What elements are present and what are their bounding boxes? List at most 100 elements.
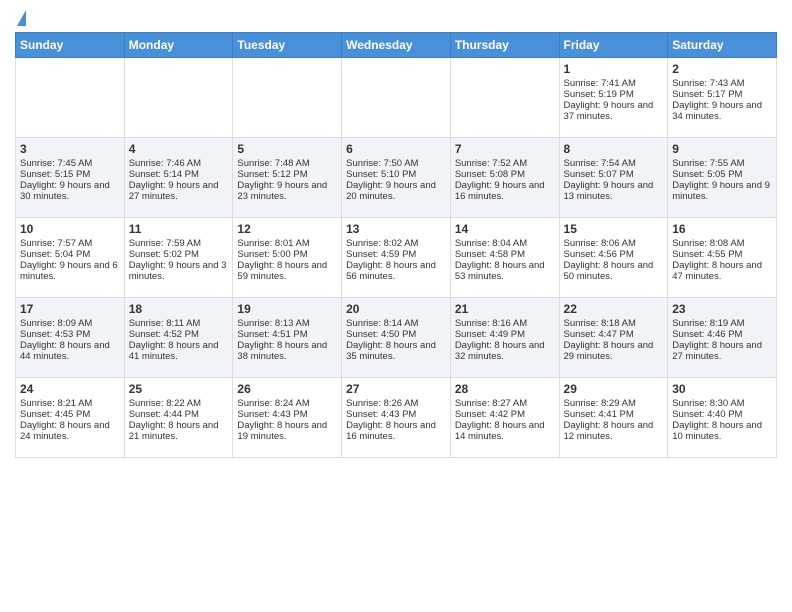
sunrise-text: Sunrise: 8:06 AM (564, 238, 664, 249)
sunrise-text: Sunrise: 8:04 AM (455, 238, 555, 249)
day-number: 12 (237, 222, 337, 236)
logo (15, 10, 26, 24)
sunrise-text: Sunrise: 8:29 AM (564, 398, 664, 409)
daylight-text: Daylight: 9 hours and 16 minutes. (455, 180, 555, 202)
calendar-cell: 9Sunrise: 7:55 AMSunset: 5:05 PMDaylight… (668, 138, 777, 218)
weekday-header: Sunday (16, 33, 125, 58)
calendar-cell (16, 58, 125, 138)
day-number: 30 (672, 382, 772, 396)
sunrise-text: Sunrise: 7:52 AM (455, 158, 555, 169)
calendar-week-row: 17Sunrise: 8:09 AMSunset: 4:53 PMDayligh… (16, 298, 777, 378)
daylight-text: Daylight: 8 hours and 38 minutes. (237, 340, 337, 362)
sunset-text: Sunset: 4:53 PM (20, 329, 120, 340)
weekday-header: Thursday (450, 33, 559, 58)
sunset-text: Sunset: 5:08 PM (455, 169, 555, 180)
header (15, 10, 777, 24)
sunrise-text: Sunrise: 7:50 AM (346, 158, 446, 169)
calendar: SundayMondayTuesdayWednesdayThursdayFrid… (15, 32, 777, 458)
calendar-cell: 20Sunrise: 8:14 AMSunset: 4:50 PMDayligh… (342, 298, 451, 378)
sunset-text: Sunset: 5:15 PM (20, 169, 120, 180)
calendar-cell: 22Sunrise: 8:18 AMSunset: 4:47 PMDayligh… (559, 298, 668, 378)
sunset-text: Sunset: 4:58 PM (455, 249, 555, 260)
sunrise-text: Sunrise: 8:18 AM (564, 318, 664, 329)
daylight-text: Daylight: 8 hours and 27 minutes. (672, 340, 772, 362)
calendar-cell (233, 58, 342, 138)
sunrise-text: Sunrise: 8:11 AM (129, 318, 229, 329)
calendar-cell: 1 Sunrise: 7:41 AMSunset: 5:19 PMDaylight… (559, 58, 668, 138)
day-number: 29 (564, 382, 664, 396)
sunrise-text: Sunrise: 7:57 AM (20, 238, 120, 249)
sunrise-text: Sunrise: 8:21 AM (20, 398, 120, 409)
day-number: 10 (20, 222, 120, 236)
sunrise-text: Sunrise: 8:22 AM (129, 398, 229, 409)
daylight-text: Daylight: 8 hours and 14 minutes. (455, 420, 555, 442)
daylight-text: Daylight: 8 hours and 32 minutes. (455, 340, 555, 362)
page-container: SundayMondayTuesdayWednesdayThursdayFrid… (0, 0, 792, 468)
weekday-header: Friday (559, 33, 668, 58)
calendar-cell: 15Sunrise: 8:06 AMSunset: 4:56 PMDayligh… (559, 218, 668, 298)
sunset-text: Sunset: 4:55 PM (672, 249, 772, 260)
sunset-text: Sunset: 4:45 PM (20, 409, 120, 420)
sunset-text: Sunset: 4:50 PM (346, 329, 446, 340)
sunset-text: Sunset: 5:00 PM (237, 249, 337, 260)
sunset-text: Sunset: 5:19 PM (564, 89, 664, 100)
sunset-text: Sunset: 4:40 PM (672, 409, 772, 420)
sunset-text: Sunset: 5:05 PM (672, 169, 772, 180)
sunset-text: Sunset: 5:10 PM (346, 169, 446, 180)
day-number: 8 (564, 142, 664, 156)
sunrise-text: Sunrise: 7:55 AM (672, 158, 772, 169)
day-number: 16 (672, 222, 772, 236)
sunset-text: Sunset: 5:02 PM (129, 249, 229, 260)
daylight-text: Daylight: 8 hours and 29 minutes. (564, 340, 664, 362)
sunrise-text: Sunrise: 7:48 AM (237, 158, 337, 169)
day-number: 4 (129, 142, 229, 156)
sunrise-text: Sunrise: 7:46 AM (129, 158, 229, 169)
sunset-text: Sunset: 5:04 PM (20, 249, 120, 260)
day-number: 2 (672, 62, 772, 76)
sunset-text: Sunset: 5:07 PM (564, 169, 664, 180)
calendar-cell: 5Sunrise: 7:48 AMSunset: 5:12 PMDaylight… (233, 138, 342, 218)
day-number: 23 (672, 302, 772, 316)
sunset-text: Sunset: 4:52 PM (129, 329, 229, 340)
weekday-header: Saturday (668, 33, 777, 58)
daylight-text: Daylight: 8 hours and 47 minutes. (672, 260, 772, 282)
sunrise-text: Sunrise: 8:16 AM (455, 318, 555, 329)
daylight-text: Daylight: 8 hours and 44 minutes. (20, 340, 120, 362)
calendar-week-row: 10Sunrise: 7:57 AMSunset: 5:04 PMDayligh… (16, 218, 777, 298)
day-number: 6 (346, 142, 446, 156)
sunrise-text: Sunrise: 7:59 AM (129, 238, 229, 249)
day-number: 24 (20, 382, 120, 396)
daylight-text: Daylight: 8 hours and 16 minutes. (346, 420, 446, 442)
sunset-text: Sunset: 4:56 PM (564, 249, 664, 260)
daylight-text: Daylight: 9 hours and 30 minutes. (20, 180, 120, 202)
sunrise-text: Sunrise: 8:26 AM (346, 398, 446, 409)
day-number: 17 (20, 302, 120, 316)
daylight-text: Daylight: 9 hours and 37 minutes. (564, 100, 664, 122)
sunset-text: Sunset: 5:12 PM (237, 169, 337, 180)
day-number: 3 (20, 142, 120, 156)
calendar-cell (342, 58, 451, 138)
calendar-cell: 19Sunrise: 8:13 AMSunset: 4:51 PMDayligh… (233, 298, 342, 378)
day-number: 19 (237, 302, 337, 316)
sunrise-text: Sunrise: 7:41 AM (564, 78, 664, 89)
sunset-text: Sunset: 4:43 PM (346, 409, 446, 420)
day-number: 1 (564, 62, 664, 76)
daylight-text: Daylight: 8 hours and 24 minutes. (20, 420, 120, 442)
day-number: 18 (129, 302, 229, 316)
daylight-text: Daylight: 8 hours and 35 minutes. (346, 340, 446, 362)
day-number: 21 (455, 302, 555, 316)
calendar-cell: 25Sunrise: 8:22 AMSunset: 4:44 PMDayligh… (124, 378, 233, 458)
calendar-cell: 17Sunrise: 8:09 AMSunset: 4:53 PMDayligh… (16, 298, 125, 378)
sunset-text: Sunset: 4:42 PM (455, 409, 555, 420)
daylight-text: Daylight: 9 hours and 6 minutes. (20, 260, 120, 282)
weekday-header: Wednesday (342, 33, 451, 58)
daylight-text: Daylight: 8 hours and 21 minutes. (129, 420, 229, 442)
sunrise-text: Sunrise: 8:27 AM (455, 398, 555, 409)
sunrise-text: Sunrise: 8:13 AM (237, 318, 337, 329)
sunset-text: Sunset: 4:41 PM (564, 409, 664, 420)
calendar-cell: 24 Sunrise: 8:21 AMSunset: 4:45 PMDayligh… (16, 378, 125, 458)
day-number: 11 (129, 222, 229, 236)
daylight-text: Daylight: 8 hours and 41 minutes. (129, 340, 229, 362)
sunrise-text: Sunrise: 7:45 AM (20, 158, 120, 169)
calendar-cell: 27Sunrise: 8:26 AMSunset: 4:43 PMDayligh… (342, 378, 451, 458)
